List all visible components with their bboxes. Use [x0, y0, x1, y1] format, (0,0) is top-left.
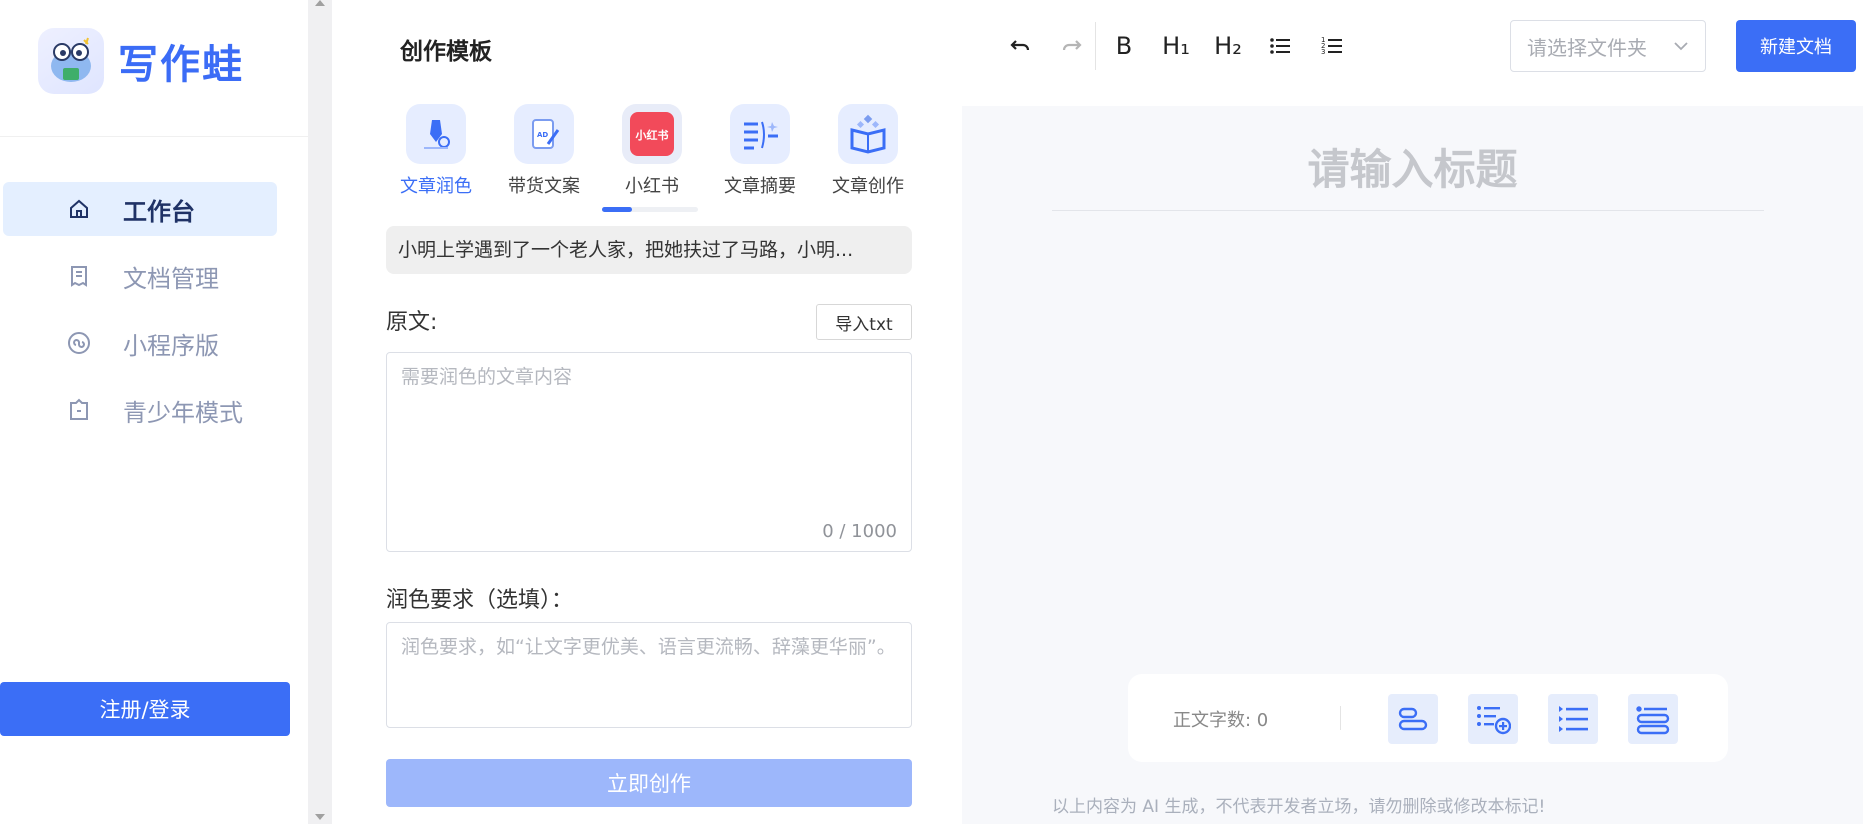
- ad-copy-icon: AD: [514, 104, 574, 164]
- heading2-button[interactable]: H₂: [1210, 28, 1246, 64]
- editor-area[interactable]: 请输入标题 正文字数: 0 以上内容为 AI 生成，不代表开发者立场，请勿删除或…: [962, 106, 1863, 824]
- youth-mode-icon: [70, 398, 88, 420]
- word-count: 正文字数: 0: [1173, 710, 1269, 731]
- template-label: 文章创作: [832, 176, 904, 197]
- folder-select-placeholder: 请选择文件夹: [1527, 35, 1647, 60]
- sidebar-item-documents[interactable]: 文档管理: [3, 249, 277, 303]
- ordered-list-icon: 1 2 3: [1321, 36, 1342, 56]
- char-counter: 0 / 1000: [822, 521, 897, 542]
- bullet-list-icon: [1270, 38, 1290, 54]
- bullet-format-button[interactable]: [1548, 694, 1598, 744]
- sidebar-item-label: 青少年模式: [123, 398, 243, 427]
- sidebar-item-workbench[interactable]: 工作台: [3, 182, 277, 236]
- template-list: 文章润色 AD 带货文案 小红书 小红书 文章摘要 文章创作: [382, 104, 922, 198]
- sidebar-item-youth-mode[interactable]: 青少年模式: [3, 383, 277, 437]
- bullet-list-button[interactable]: [1262, 28, 1298, 64]
- add-list-button[interactable]: [1468, 694, 1518, 744]
- editor-status-card: 正文字数: 0: [1128, 674, 1728, 762]
- ordered-list-button[interactable]: 1 2 3: [1314, 28, 1350, 64]
- align-format-button[interactable]: [1388, 694, 1438, 744]
- template-ad-copy[interactable]: AD 带货文案: [490, 104, 598, 198]
- redo-icon: [1062, 40, 1082, 51]
- sidebar-scrollbar[interactable]: [308, 0, 332, 824]
- template-label: 文章摘要: [724, 176, 796, 197]
- template-label: 文章润色: [400, 176, 472, 197]
- svg-text:小红书: 小红书: [635, 128, 669, 142]
- xiaohongshu-icon: 小红书: [622, 104, 682, 164]
- source-label: 原文:: [386, 310, 438, 335]
- document-icon: [71, 266, 87, 287]
- logo-text: 写作蛙: [118, 42, 244, 88]
- chevron-down-icon: [1674, 42, 1688, 51]
- sidebar-item-label: 文档管理: [123, 264, 219, 293]
- frog-logo-icon: [38, 28, 104, 94]
- book-create-icon: [838, 104, 898, 164]
- redo-button[interactable]: [1054, 28, 1090, 64]
- template-label: 小红书: [625, 176, 679, 197]
- sidebar: 写作蛙 工作台 文档管理 小程序版 青少年模式 注册/登录: [0, 0, 308, 824]
- login-button[interactable]: 注册/登录: [0, 682, 290, 736]
- panel-title: 创作模板: [400, 39, 492, 65]
- add-list-icon: [1477, 706, 1511, 735]
- requirement-placeholder: 润色要求，如“让文字更优美、语言更流畅、辞藻更华丽”。: [401, 636, 896, 658]
- svg-text:AD: AD: [537, 131, 548, 139]
- title-input[interactable]: 请输入标题: [962, 136, 1863, 197]
- editor-toolbar: B H₁ H₂ 1 2 3 请选择文件夹 新建文档: [962, 0, 1863, 106]
- requirement-textarea[interactable]: 润色要求，如“让文字更优美、语言更流畅、辞藻更华丽”。: [386, 622, 912, 728]
- summary-icon: [730, 104, 790, 164]
- template-summary[interactable]: 文章摘要: [706, 104, 814, 198]
- sidebar-item-mini-program[interactable]: 小程序版: [3, 316, 277, 370]
- ai-disclaimer: 以上内容为 AI 生成，不代表开发者立场，请勿删除或修改本标记!: [1052, 797, 1546, 817]
- sidebar-divider: [0, 136, 308, 137]
- scroll-down-icon[interactable]: [315, 814, 325, 820]
- template-panel: 创作模板 文章润色 AD 带货文案 小红书 小红书 文章摘要 文章创作 小明上学…: [332, 0, 962, 824]
- paragraph-format-icon: [1636, 706, 1670, 735]
- new-document-button[interactable]: 新建文档: [1736, 20, 1856, 72]
- paragraph-format-button[interactable]: [1628, 694, 1678, 744]
- requirement-label: 润色要求（选填）：: [386, 588, 574, 613]
- sidebar-nav: 工作台 文档管理 小程序版 青少年模式: [3, 182, 277, 450]
- create-now-button[interactable]: 立即创作: [386, 759, 912, 807]
- template-article-polish[interactable]: 文章润色: [382, 104, 490, 198]
- source-textarea[interactable]: 需要润色的文章内容 0 / 1000: [386, 352, 912, 552]
- logo[interactable]: 写作蛙: [38, 26, 244, 96]
- template-label: 带货文案: [508, 176, 580, 197]
- undo-icon: [1010, 40, 1030, 51]
- scroll-up-icon[interactable]: [315, 0, 325, 6]
- example-prompt-chip[interactable]: 小明上学遇到了一个老人家，把她扶过了马路，小明...: [386, 226, 912, 274]
- bold-button[interactable]: B: [1106, 28, 1142, 64]
- source-placeholder: 需要润色的文章内容: [401, 366, 573, 388]
- status-divider: [1340, 706, 1341, 730]
- mini-program-icon: [68, 332, 90, 354]
- sidebar-item-label: 工作台: [123, 197, 195, 226]
- title-divider: [1052, 210, 1764, 211]
- home-icon: [70, 199, 88, 218]
- undo-button[interactable]: [1002, 28, 1038, 64]
- toolbar-divider: [1095, 22, 1096, 70]
- import-txt-button[interactable]: 导入txt: [816, 304, 912, 340]
- heading1-button[interactable]: H₁: [1158, 28, 1194, 64]
- align-format-icon: [1398, 707, 1428, 731]
- folder-select[interactable]: 请选择文件夹: [1510, 20, 1706, 72]
- pen-polish-icon: [406, 104, 466, 164]
- svg-text:3: 3: [1321, 48, 1325, 56]
- template-xiaohongshu[interactable]: 小红书 小红书: [598, 104, 706, 198]
- template-scroll-thumb[interactable]: [602, 207, 632, 212]
- bullet-format-icon: [1559, 706, 1588, 732]
- sidebar-item-label: 小程序版: [123, 331, 219, 360]
- template-article-create[interactable]: 文章创作: [814, 104, 922, 198]
